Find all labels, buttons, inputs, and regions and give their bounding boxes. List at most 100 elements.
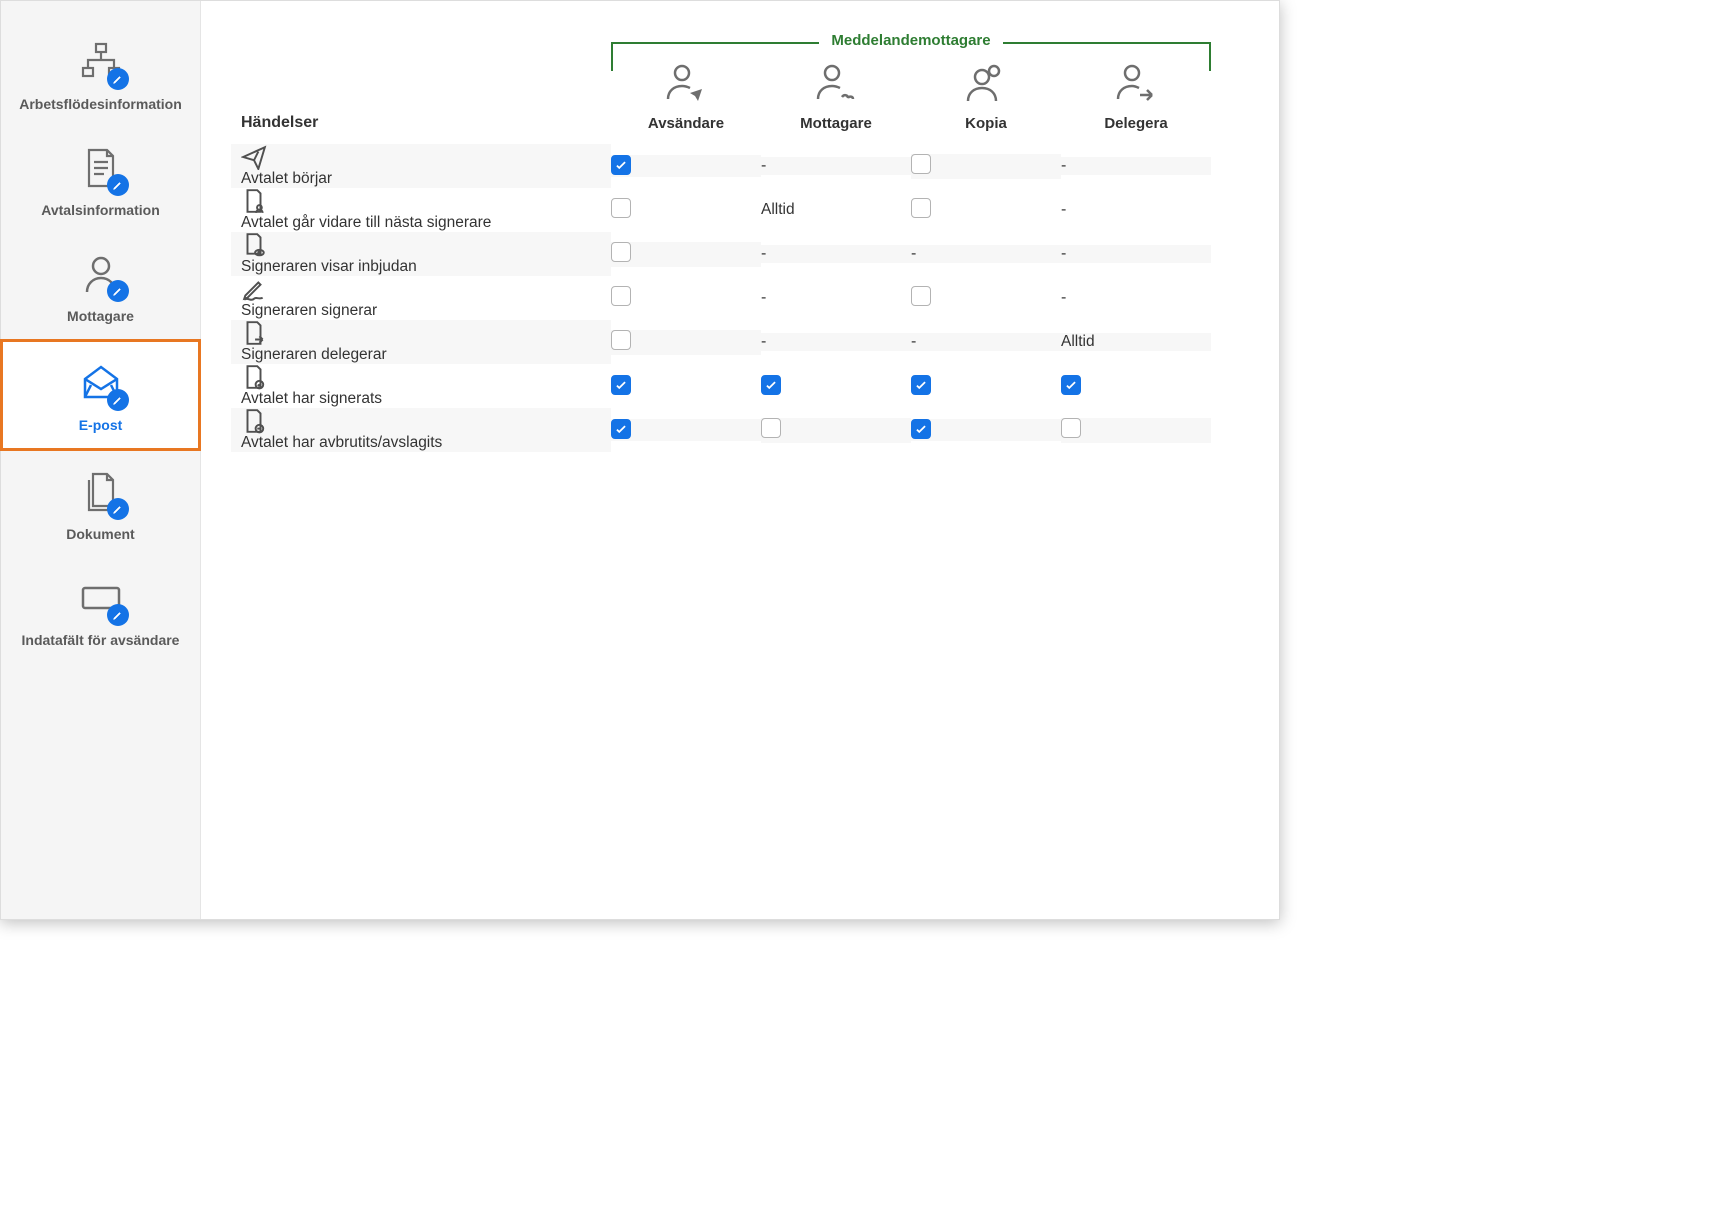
sidebar-item-label: Mottagare	[67, 308, 134, 324]
dash-text: -	[761, 157, 766, 174]
checkbox[interactable]	[611, 242, 631, 262]
dash-text: -	[911, 333, 916, 350]
always-text: Alltid	[1061, 333, 1095, 350]
value-cell	[761, 418, 911, 443]
workflow-info-icon	[75, 36, 127, 88]
value-cell: -	[1061, 201, 1211, 219]
checkbox[interactable]	[911, 419, 931, 439]
column-label: Mottagare	[800, 115, 872, 132]
value-cell: -	[911, 245, 1061, 263]
value-cell	[611, 330, 761, 355]
value-cell: -	[1061, 245, 1211, 263]
checkbox[interactable]	[611, 198, 631, 218]
doc-check-icon	[241, 364, 267, 390]
event-cell: Signeraren delegerar	[231, 320, 611, 364]
value-cell	[611, 198, 761, 223]
value-cell: -	[761, 289, 911, 307]
dash-text: -	[761, 333, 766, 350]
checkbox[interactable]	[611, 375, 631, 395]
event-cell: Avtalet har avbrutits/avslagits	[231, 408, 611, 452]
doc-minus-icon	[241, 408, 267, 434]
checkbox[interactable]	[911, 154, 931, 174]
value-cell	[611, 419, 761, 441]
sidebar: Arbetsflödesinformation Avtalsinformatio…	[1, 1, 201, 919]
event-cell: Avtalet har signerats	[231, 364, 611, 408]
value-cell: -	[761, 245, 911, 263]
dash-text: -	[761, 245, 766, 262]
value-cell	[1061, 375, 1211, 397]
checkbox[interactable]	[911, 375, 931, 395]
value-cell: -	[911, 333, 1061, 351]
event-label: Avtalet har signerats	[241, 390, 382, 407]
email-icon	[75, 357, 127, 409]
column-label: Delegera	[1104, 115, 1167, 132]
event-cell: Avtalet går vidare till nästa signerare	[231, 188, 611, 232]
checkbox[interactable]	[611, 155, 631, 175]
edit-badge-icon	[107, 498, 129, 520]
value-cell	[911, 154, 1061, 179]
edit-badge-icon	[107, 68, 129, 90]
dash-text: -	[1061, 157, 1066, 174]
documents-icon	[75, 466, 127, 518]
value-cell	[911, 198, 1061, 223]
sidebar-item-recipients[interactable]: Mottagare	[1, 233, 200, 339]
notifications-grid: Meddelandemottagare Händelser Avsändare M…	[231, 41, 1249, 452]
checkbox[interactable]	[1061, 418, 1081, 438]
dash-text: -	[1061, 201, 1066, 218]
column-label: Avsändare	[648, 115, 724, 132]
event-cell: Signeraren signerar	[231, 276, 611, 320]
value-cell	[911, 419, 1061, 441]
app-frame: Arbetsflödesinformation Avtalsinformatio…	[0, 0, 1280, 920]
recipients-icon	[75, 248, 127, 300]
checkbox[interactable]	[1061, 375, 1081, 395]
sidebar-item-workflow-info[interactable]: Arbetsflödesinformation	[1, 21, 200, 127]
events-column-heading: Händelser	[231, 114, 611, 144]
value-cell: -	[761, 333, 911, 351]
sidebar-item-sender-input-fields[interactable]: Indatafält för avsändare	[1, 557, 200, 663]
always-text: Alltid	[761, 201, 795, 218]
checkbox[interactable]	[611, 330, 631, 350]
dash-text: -	[911, 245, 916, 262]
doc-person-icon	[241, 188, 267, 214]
event-label: Signeraren visar inbjudan	[241, 258, 417, 275]
event-cell: Avtalet börjar	[231, 144, 611, 188]
checkbox[interactable]	[911, 286, 931, 306]
value-cell	[761, 375, 911, 397]
edit-badge-icon	[107, 604, 129, 626]
value-cell	[1061, 418, 1211, 443]
edit-badge-icon	[107, 174, 129, 196]
checkbox[interactable]	[761, 375, 781, 395]
doc-eye-icon	[241, 232, 267, 258]
sidebar-item-label: Dokument	[66, 526, 134, 542]
sidebar-item-email[interactable]: E-post	[0, 339, 201, 451]
sidebar-item-label: E-post	[79, 417, 123, 433]
sidebar-item-documents[interactable]: Dokument	[1, 451, 200, 557]
value-cell	[611, 155, 761, 177]
checkbox[interactable]	[761, 418, 781, 438]
value-cell	[911, 375, 1061, 397]
edit-badge-icon	[107, 280, 129, 302]
agreement-info-icon	[75, 142, 127, 194]
edit-badge-icon	[107, 389, 129, 411]
main-content: Meddelandemottagare Händelser Avsändare M…	[201, 1, 1279, 919]
value-cell	[611, 242, 761, 267]
event-label: Avtalet har avbrutits/avslagits	[241, 434, 442, 451]
pen-icon	[241, 276, 267, 302]
value-cell: Alltid	[1061, 333, 1211, 351]
checkbox[interactable]	[911, 198, 931, 218]
event-label: Signeraren signerar	[241, 302, 377, 319]
column-label: Kopia	[965, 115, 1007, 132]
sidebar-item-agreement-info[interactable]: Avtalsinformation	[1, 127, 200, 233]
value-cell	[911, 286, 1061, 311]
value-cell	[611, 286, 761, 311]
value-cell: -	[1061, 157, 1211, 175]
sidebar-item-label: Indatafält för avsändare	[22, 632, 180, 648]
event-label: Avtalet börjar	[241, 170, 332, 187]
recipient-group-heading: Meddelandemottagare	[611, 42, 1211, 71]
event-cell: Signeraren visar inbjudan	[231, 232, 611, 276]
value-cell: -	[1061, 289, 1211, 307]
sender-input-fields-icon	[75, 572, 127, 624]
checkbox[interactable]	[611, 419, 631, 439]
dash-text: -	[1061, 245, 1066, 262]
checkbox[interactable]	[611, 286, 631, 306]
